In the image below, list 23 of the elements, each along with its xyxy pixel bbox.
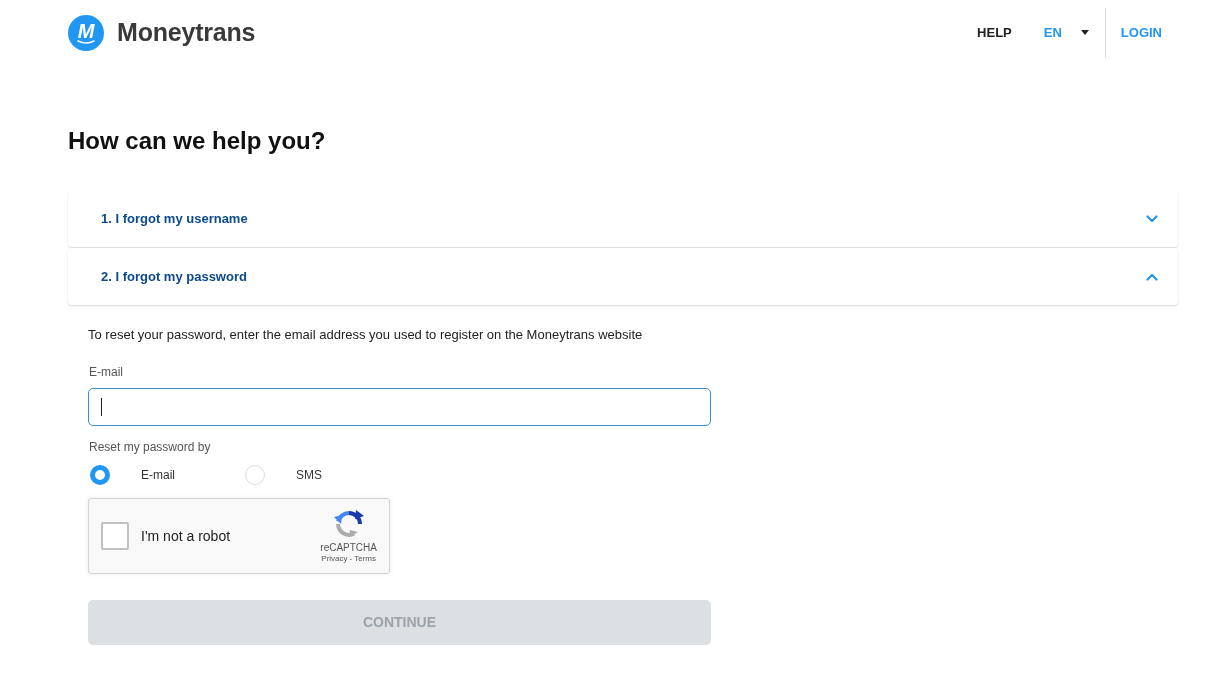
radio-label[interactable]: E-mail bbox=[141, 467, 175, 483]
page-heading: How can we help you? bbox=[68, 127, 326, 155]
chevron-up-icon[interactable] bbox=[1146, 272, 1158, 281]
link-separator: - bbox=[349, 554, 353, 564]
brand-name: Moneytrans bbox=[117, 16, 256, 48]
chevron-down-icon[interactable] bbox=[1146, 214, 1158, 223]
text-cursor-icon bbox=[101, 398, 102, 416]
help-link[interactable]: HELP bbox=[977, 22, 1012, 43]
radio-button-icon[interactable] bbox=[90, 465, 110, 485]
recaptcha-brand: reCAPTCHA bbox=[320, 542, 377, 553]
radio-label[interactable]: SMS bbox=[296, 467, 322, 483]
recaptcha-link[interactable]: Terms bbox=[354, 554, 376, 564]
accordion-header[interactable]: 1. I forgot my username bbox=[68, 190, 1178, 247]
instruction-text: To reset your password, enter the email address you used to register on the Moneytrans website bbox=[88, 327, 643, 343]
recaptcha-logo-icon bbox=[332, 508, 365, 540]
accordion-header[interactable]: 2. I forgot my password bbox=[68, 248, 1178, 305]
recaptcha-link[interactable]: Privacy bbox=[321, 554, 348, 564]
captcha-checkbox[interactable] bbox=[101, 522, 129, 550]
captcha-label[interactable]: I'm not a robot bbox=[141, 525, 231, 547]
radio-group-label: Reset my password by bbox=[88, 440, 211, 455]
email-input[interactable] bbox=[88, 388, 711, 426]
caret-down-icon bbox=[1080, 30, 1089, 35]
field-label: E-mail bbox=[88, 365, 123, 380]
